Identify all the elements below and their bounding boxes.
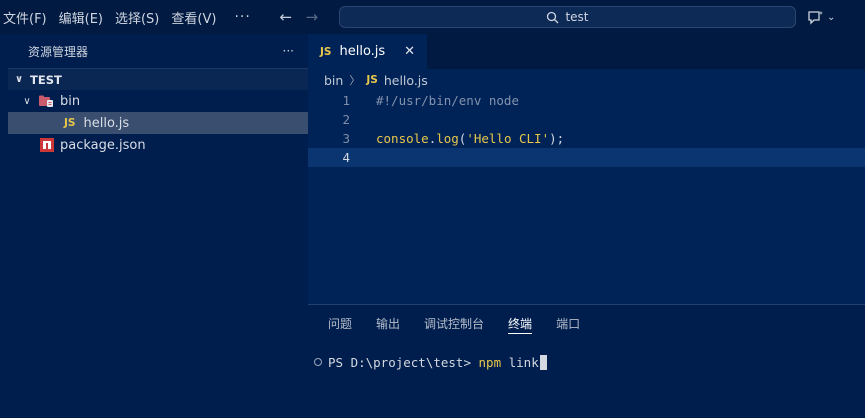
- tab-output[interactable]: 输出: [376, 305, 400, 342]
- code-token-close: );: [549, 131, 565, 146]
- back-arrow-icon[interactable]: ←: [273, 8, 299, 26]
- code-token-method: log: [436, 131, 459, 146]
- npm-icon: [40, 138, 54, 152]
- tab-terminal[interactable]: 终端: [508, 305, 533, 342]
- tab-label: hello.js: [339, 44, 386, 59]
- chat-sparkle-icon: [808, 10, 823, 25]
- bottom-panel: 问题 输出 调试控制台 终端 端口 PS D:\project\test> np…: [308, 304, 865, 418]
- code-token-string: 'Hello CLI': [466, 131, 550, 146]
- tab-hello-js[interactable]: JS hello.js ✕: [308, 34, 427, 69]
- workspace-section-header[interactable]: ∨ TEST: [8, 68, 308, 90]
- tree-item-label: package.json: [60, 137, 146, 153]
- menu-more[interactable]: ···: [222, 0, 262, 34]
- tab-problems[interactable]: 问题: [328, 305, 352, 342]
- sidebar-header: 资源管理器 ···: [8, 34, 308, 68]
- search-icon: [547, 11, 559, 23]
- code-line[interactable]: 1 #!/usr/bin/env node: [308, 91, 865, 110]
- line-number: 4: [342, 150, 350, 165]
- tree-file-package-json[interactable]: package.json: [8, 134, 308, 156]
- js-file-icon: JS: [320, 45, 332, 58]
- js-file-icon: JS: [366, 74, 378, 86]
- code-line-current[interactable]: 4: [308, 148, 865, 167]
- terminal-args: link: [501, 354, 539, 370]
- command-decoration-icon[interactable]: [314, 358, 322, 366]
- workspace-name: TEST: [30, 72, 62, 87]
- command-center-search[interactable]: test: [339, 6, 796, 28]
- terminal-command: npm: [478, 354, 502, 370]
- title-bar: 文件(F) 编辑(E) 选择(S) 查看(V) ··· ← → test ⌄: [0, 0, 865, 34]
- tab-debug-console[interactable]: 调试控制台: [424, 305, 484, 342]
- tree-folder-bin[interactable]: ∨ bin: [8, 90, 308, 112]
- chevron-down-icon: ⌄: [827, 11, 836, 23]
- line-number: 2: [342, 112, 350, 127]
- editor-area: JS hello.js ✕ bin 〉 JS hello.js 1 #!/usr…: [308, 34, 865, 304]
- tab-ports[interactable]: 端口: [556, 305, 580, 342]
- code-text: #!/usr/bin/env node: [376, 93, 519, 108]
- search-text: test: [565, 10, 589, 24]
- folder-bin-icon: [39, 95, 53, 107]
- breadcrumb: bin 〉 JS hello.js: [308, 69, 865, 91]
- menu-edit[interactable]: 编辑(E): [53, 0, 109, 34]
- code-text: console.log('Hello CLI');: [376, 131, 564, 146]
- terminal-prompt: PS D:\project\test>: [328, 354, 479, 370]
- terminal-line[interactable]: PS D:\project\test> npm link: [314, 353, 547, 371]
- sidebar-more-button[interactable]: ···: [283, 44, 294, 58]
- editor-tabs: JS hello.js ✕: [308, 34, 865, 69]
- breadcrumb-file[interactable]: hello.js: [384, 73, 428, 88]
- menu-file[interactable]: 文件(F): [0, 0, 53, 34]
- menu-view[interactable]: 查看(V): [165, 0, 222, 34]
- tree-file-hello-js[interactable]: JS hello.js: [8, 112, 308, 134]
- chevron-down-icon: ∨: [14, 74, 24, 85]
- close-icon[interactable]: ✕: [404, 44, 415, 59]
- sidebar-title: 资源管理器: [28, 44, 89, 59]
- chevron-down-icon: ∨: [23, 95, 31, 107]
- forward-arrow-icon[interactable]: →: [299, 8, 325, 26]
- line-number: 1: [342, 93, 350, 108]
- terminal-cursor: [539, 354, 547, 370]
- menu-selection[interactable]: 选择(S): [109, 0, 165, 34]
- code-token-ident: console: [376, 131, 429, 146]
- line-number: 3: [342, 131, 350, 146]
- code-line[interactable]: 3 console.log('Hello CLI');: [308, 129, 865, 148]
- copilot-button[interactable]: ⌄: [807, 8, 835, 26]
- tree-item-label: hello.js: [83, 115, 130, 131]
- code-line[interactable]: 2: [308, 110, 865, 129]
- tree-item-label: bin: [60, 93, 81, 109]
- explorer-sidebar: 资源管理器 ··· ∨ TEST ∨ bin JS hello.js packa…: [8, 34, 308, 418]
- chevron-right-icon: 〉: [349, 74, 361, 87]
- js-file-icon: JS: [64, 117, 76, 129]
- panel-tabs: 问题 输出 调试控制台 终端 端口: [308, 305, 865, 342]
- breadcrumb-folder[interactable]: bin: [324, 73, 343, 88]
